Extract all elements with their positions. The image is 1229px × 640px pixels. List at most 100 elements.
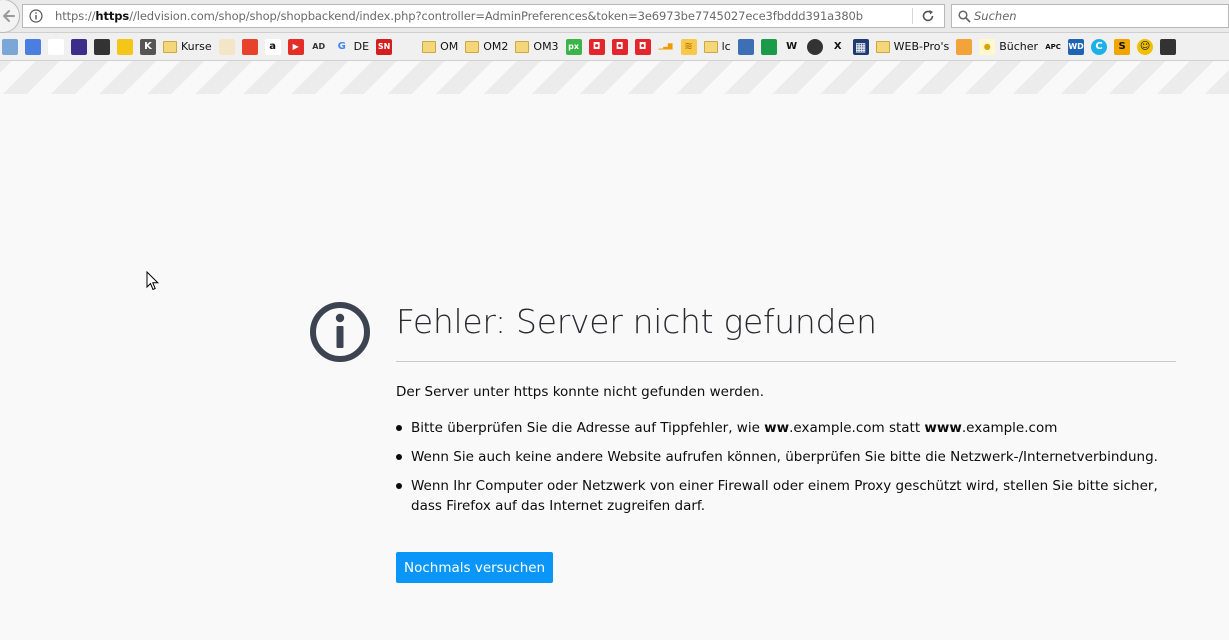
suggestion-text: .example.com statt (789, 420, 925, 436)
bookmark-item[interactable]: a (264, 36, 281, 58)
bookmark-item[interactable]: X (829, 36, 846, 58)
folder-icon (875, 40, 890, 53)
apc-icon: APC (1045, 38, 1062, 55)
bookmark-item[interactable]: lc (703, 36, 731, 58)
bookmark-label: OM2 (483, 40, 509, 53)
bookmark-item[interactable] (48, 36, 64, 58)
feather-icon (94, 38, 110, 55)
url-scheme: https:// (55, 9, 96, 23)
bookmark-label: DE (353, 40, 370, 53)
bookmark-item[interactable] (241, 36, 258, 58)
gmail-icon (48, 38, 64, 55)
error-info-icon (310, 302, 370, 362)
bookmark-item[interactable]: WEB-Pro's (875, 36, 950, 58)
bookmark-item[interactable] (218, 36, 235, 58)
google-icon: G (333, 38, 350, 55)
grid-icon: ▦ (852, 38, 869, 55)
bookmark-item[interactable]: ▶ (287, 36, 304, 58)
bookmark-item[interactable]: OM (422, 36, 458, 58)
bookmark-item[interactable] (806, 36, 823, 58)
bookmark-item[interactable]: C (1091, 36, 1108, 58)
bookmark-item[interactable]: ▁▃▇ (657, 36, 674, 58)
retry-button[interactable]: Nochmals versuchen (396, 552, 554, 583)
suggestion-item: Wenn Sie auch keine andere Website aufru… (396, 447, 1176, 467)
navigation-bar: https://https//ledvision.com/shop/shop/s… (0, 0, 1229, 33)
red-square-icon: ◘ (634, 38, 651, 55)
k-icon: K (140, 38, 156, 55)
url-bar[interactable]: https://https//ledvision.com/shop/shop/s… (22, 4, 945, 28)
bookmark-item[interactable] (399, 36, 416, 58)
wd-icon: WD (1068, 38, 1085, 55)
bookmark-item[interactable]: OM2 (465, 36, 508, 58)
title-divider (396, 361, 1176, 362)
error-suggestions-list: Bitte überprüfen Sie die Adresse auf Tip… (396, 418, 1176, 525)
bookmark-item[interactable]: ◘ (634, 36, 651, 58)
folder-icon (465, 40, 480, 53)
search-input[interactable] (974, 6, 1214, 26)
bookmark-item[interactable]: S (1114, 36, 1131, 58)
bookmark-item[interactable]: ● Bücher (979, 36, 1038, 58)
search-icon (958, 10, 971, 23)
error-title: Fehler: Server nicht gefunden (396, 302, 877, 341)
suggestion-item: Wenn Ihr Computer oder Netzwerk von eine… (396, 476, 1176, 516)
bookmark-item[interactable] (25, 36, 41, 58)
url-text[interactable]: https://https//ledvision.com/shop/shop/s… (55, 9, 863, 23)
bookmark-item[interactable] (760, 36, 777, 58)
ninja-icon (1160, 38, 1177, 55)
folder-icon (422, 40, 437, 53)
rss-icon: ≋ (680, 38, 697, 55)
bookmark-item[interactable]: SN (376, 36, 393, 58)
bookmark-item[interactable]: ◘ (611, 36, 628, 58)
bookmark-item[interactable] (956, 36, 973, 58)
circle-logo-icon (806, 38, 823, 55)
adobe-icon (241, 38, 258, 55)
bookmark-item[interactable]: ◘ (588, 36, 605, 58)
bookmark-item[interactable] (71, 36, 87, 58)
bookmark-item[interactable]: ≋ (680, 36, 697, 58)
search-bar[interactable] (951, 4, 1229, 28)
url-path: //ledvision.com/shop/shop/shopbackend/in… (129, 9, 863, 23)
bookmark-item[interactable] (2, 36, 18, 58)
suggestion-text: Wenn Sie auch keine andere Website aufru… (411, 449, 1158, 465)
suggestion-text: .example.com (961, 420, 1058, 436)
url-host: https (95, 9, 130, 23)
bookmark-item[interactable]: ☺ (1137, 36, 1154, 58)
red-square-icon: ◘ (611, 38, 628, 55)
bookmark-item[interactable]: G DE (333, 36, 370, 58)
info-icon[interactable] (29, 9, 43, 23)
red-square-icon: ◘ (588, 38, 605, 55)
sn-icon: SN (376, 38, 393, 55)
bookmark-item[interactable] (1160, 36, 1177, 58)
bookmark-item[interactable]: K (140, 36, 156, 58)
bookmark-item[interactable]: OM3 (515, 36, 559, 58)
bookmark-item[interactable]: ▦ (852, 36, 869, 58)
suggestion-item: Bitte überprüfen Sie die Adresse auf Tip… (396, 418, 1176, 438)
striped-banner (0, 61, 1229, 94)
url-separator (912, 8, 913, 24)
error-description: Der Server unter https konnte nicht gefu… (396, 384, 765, 400)
bookmark-item[interactable]: px (565, 36, 582, 58)
bookmark-item[interactable] (737, 36, 754, 58)
bookmark-item[interactable]: AD (310, 36, 327, 58)
bookmark-item[interactable]: W (783, 36, 800, 58)
bookmark-item[interactable] (117, 36, 133, 58)
spiral-icon (218, 38, 235, 55)
bookmark-label: lc (721, 40, 731, 53)
smiley-icon: ☺ (1137, 38, 1154, 55)
folder-icon (703, 40, 718, 53)
back-button[interactable] (0, 0, 20, 33)
bulb-icon: ● (979, 38, 996, 55)
bookmark-item[interactable]: APC (1045, 36, 1062, 58)
bookmark-item[interactable]: WD (1068, 36, 1085, 58)
bookmark-item[interactable] (94, 36, 110, 58)
folder-icon (163, 40, 177, 53)
bookmarks-toolbar: K Kurse a ▶ AD G DE SN OM OM2 OM3 px ◘ ◘ ◘ ▁▃▇ ≋ lc W X ▦ WEB… (0, 33, 1229, 61)
bookmark-item[interactable]: Kurse (163, 36, 212, 58)
s-icon: S (1114, 38, 1131, 55)
bookmark-label: OM3 (533, 40, 559, 53)
reload-icon[interactable] (921, 9, 935, 23)
w-icon: W (783, 38, 800, 55)
bookmark-label: OM (440, 40, 459, 53)
bookmark-label: WEB-Pro's (893, 40, 950, 53)
layers-icon (956, 38, 973, 55)
